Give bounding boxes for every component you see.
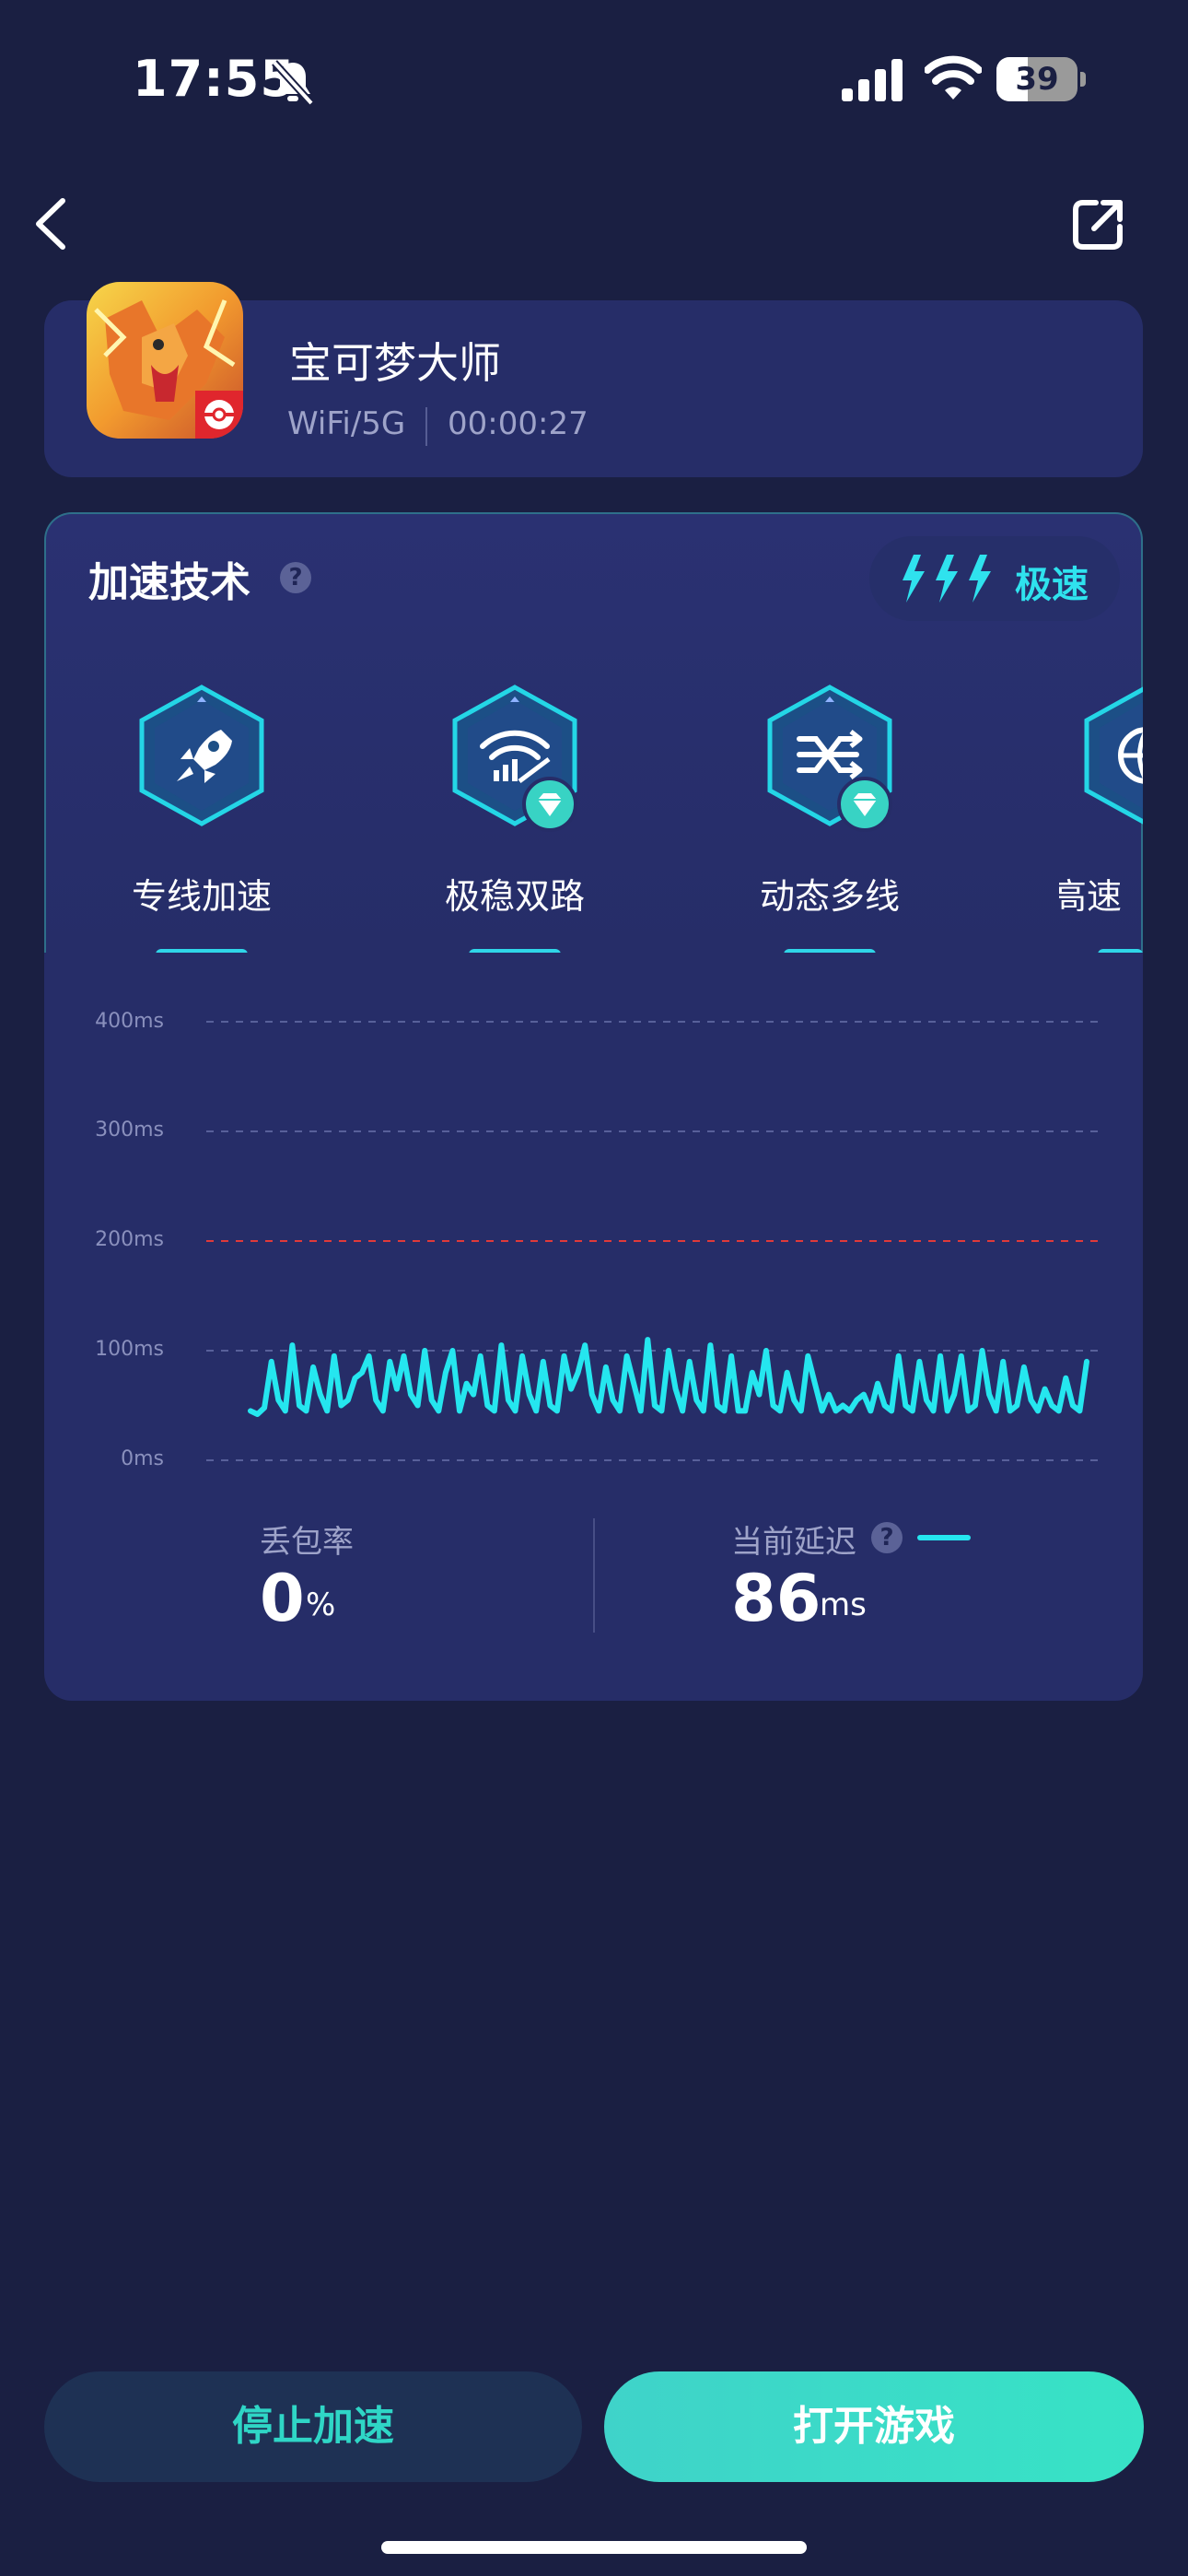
game-icon[interactable]: [87, 282, 243, 439]
chevron-left-icon[interactable]: [26, 193, 77, 254]
feature-label: 极稳双路: [444, 876, 585, 917]
help-icon[interactable]: ?: [280, 562, 311, 593]
feature-label: 高速: [1059, 876, 1123, 917]
battery-tip: [1080, 72, 1086, 87]
globe-icon[interactable]: [1077, 682, 1143, 829]
lightning-icon: [903, 555, 991, 603]
latency-label: 当前延迟: [731, 1524, 856, 1561]
tech-title: 加速技术: [88, 559, 250, 606]
feature-label: 动态多线: [759, 876, 900, 917]
packet-loss-value: 0: [260, 1561, 305, 1636]
game-name: 宝可梦大师: [289, 338, 501, 388]
wifi-icon: [925, 55, 982, 100]
packet-loss-label: 丢包率: [260, 1524, 354, 1561]
network-type: WiFi/5G: [287, 405, 406, 442]
feature-label: 专线加速: [131, 876, 272, 917]
cellular-signal-icon: [842, 59, 903, 101]
battery-body: 39: [996, 57, 1077, 101]
share-external-icon[interactable]: [1068, 193, 1129, 254]
latency-chart: [206, 1021, 1100, 1461]
latency-value: 86: [731, 1561, 821, 1636]
diamond-premium-icon: [522, 777, 577, 832]
bell-muted-icon: [272, 60, 314, 106]
rocket-icon[interactable]: [133, 682, 271, 829]
meta-divider: [425, 407, 427, 446]
feature-4-clip: 高速: [1059, 682, 1143, 921]
latency-unit: ms: [820, 1587, 867, 1623]
diamond-premium-icon: [837, 777, 892, 832]
speed-mode-label: 极速: [1015, 564, 1089, 606]
elapsed-time: 00:00:27: [448, 405, 588, 442]
stats-divider: [593, 1518, 595, 1633]
help-icon[interactable]: ?: [871, 1522, 903, 1553]
latency-legend-line: [917, 1535, 971, 1540]
home-indicator[interactable]: [381, 2541, 807, 2554]
battery-level: 39: [1015, 61, 1059, 98]
stop-acceleration-button[interactable]: 停止加速: [44, 2371, 582, 2482]
open-game-button[interactable]: 打开游戏: [604, 2371, 1144, 2482]
packet-loss-unit: %: [306, 1587, 336, 1623]
battery-indicator: 39: [996, 57, 1086, 101]
